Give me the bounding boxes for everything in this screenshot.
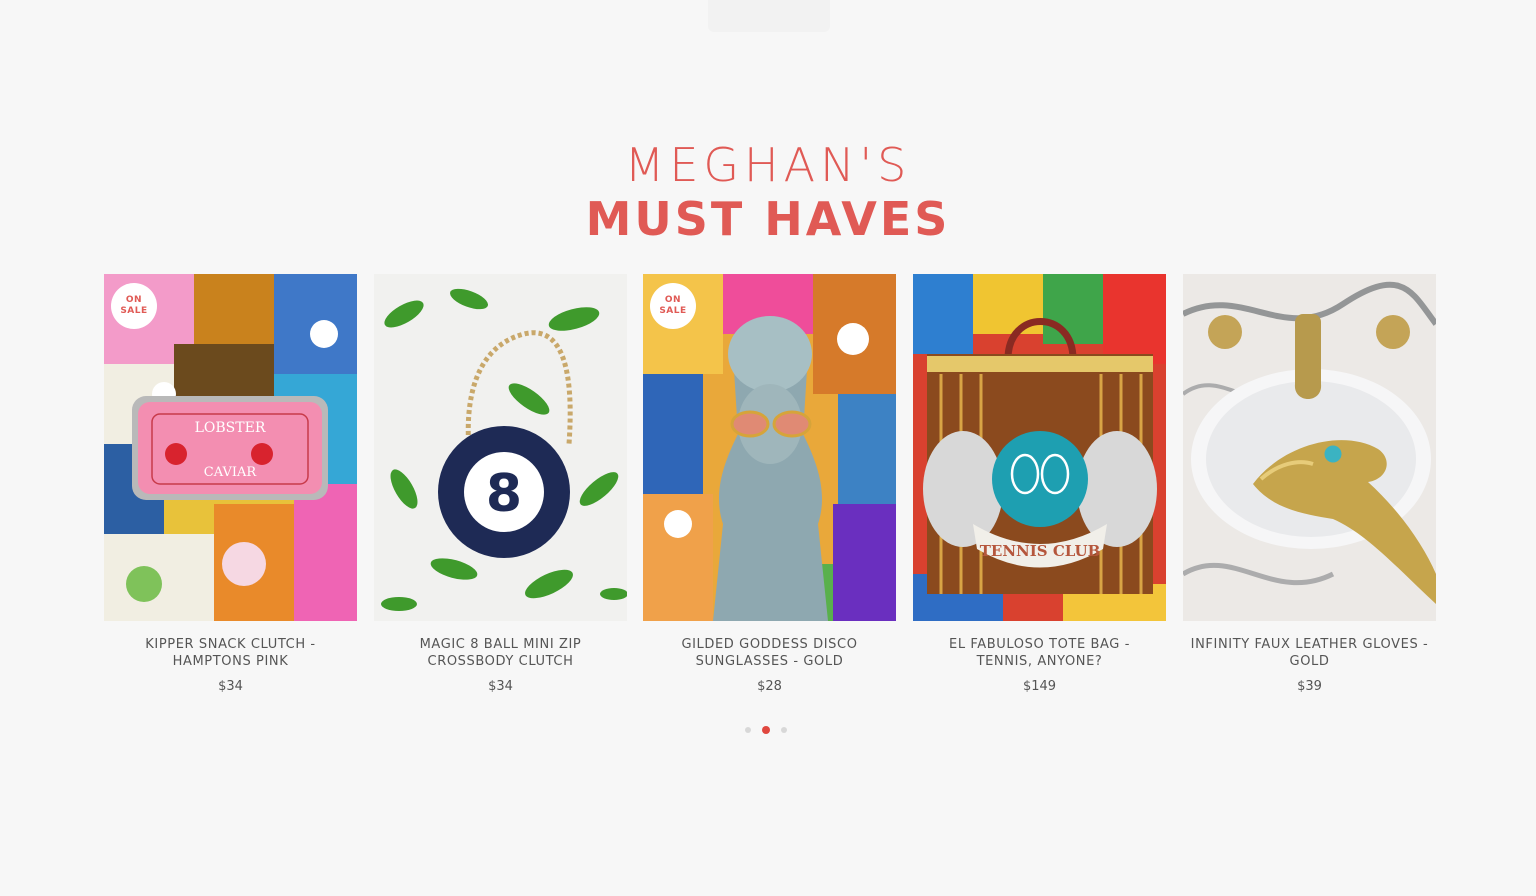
badge-line-2: SALE (120, 306, 148, 316)
product-image-el-fabuloso-tote[interactable]: TENNIS CLUB (913, 274, 1166, 621)
product-carousel: LOBSTER CAVIAR ON SALE KIPPER SNACK CLUT… (104, 274, 1437, 704)
heading-line-1: MEGHAN'S (624, 138, 912, 192)
tin-text-lobster: LOBSTER (195, 420, 266, 436)
product-title[interactable]: KIPPER SNACK CLUTCH - HAMPTONS PINK (104, 636, 357, 670)
product-price: $34 (488, 679, 513, 694)
infinity-gloves-picture (1183, 274, 1436, 621)
product-title[interactable]: MAGIC 8 BALL MINI ZIP CROSSBODY CLUTCH (374, 636, 627, 670)
product-price: $34 (218, 679, 243, 694)
badge-line-1: ON (664, 295, 682, 305)
pagination-dot-3[interactable] (781, 727, 787, 733)
magic-8-ball-picture: 8 (374, 274, 627, 621)
product-card-magic-8-ball[interactable]: 8 MAGIC 8 BALL MINI ZIP CROSSBODY CLUTCH… (374, 274, 627, 694)
ball-number: 8 (486, 464, 522, 524)
product-price: $28 (757, 679, 782, 694)
product-price: $149 (1022, 679, 1057, 694)
section-heading: MEGHAN'S MUST HAVES (0, 138, 1536, 246)
product-title[interactable]: GILDED GODDESS DISCO SUNGLASSES - GOLD (643, 636, 896, 670)
product-price: $39 (1297, 679, 1322, 694)
el-fabuloso-tote-picture: TENNIS CLUB (913, 274, 1166, 621)
badge-line-1: ON (125, 295, 143, 305)
product-title[interactable]: INFINITY FAUX LEATHER GLOVES - GOLD (1183, 636, 1436, 670)
carousel-pagination (745, 726, 787, 734)
heading-line-2: MUST HAVES (585, 192, 951, 246)
product-image-gilded-goddess[interactable]: ON SALE (643, 274, 896, 621)
product-card-kipper-snack-clutch[interactable]: LOBSTER CAVIAR ON SALE KIPPER SNACK CLUT… (104, 274, 357, 694)
top-tab (708, 0, 830, 32)
tote-patch-text: TENNIS CLUB (980, 542, 1101, 560)
on-sale-badge: ON SALE (111, 283, 157, 329)
tin-text-caviar: CAVIAR (204, 465, 258, 480)
product-card-gilded-goddess[interactable]: ON SALE GILDED GODDESS DISCO SUNGLASSES … (643, 274, 896, 694)
pagination-dot-1[interactable] (745, 727, 751, 733)
product-image-kipper-snack-clutch[interactable]: LOBSTER CAVIAR ON SALE (104, 274, 357, 621)
product-card-infinity-gloves[interactable]: INFINITY FAUX LEATHER GLOVES - GOLD $39 (1183, 274, 1436, 694)
on-sale-badge: ON SALE (650, 283, 696, 329)
product-title[interactable]: EL FABULOSO TOTE BAG - TENNIS, ANYONE? (913, 636, 1166, 670)
badge-line-2: SALE (659, 306, 687, 316)
product-card-el-fabuloso-tote[interactable]: TENNIS CLUB EL FABULOSO TOTE BAG - TENNI… (913, 274, 1166, 694)
product-image-infinity-gloves[interactable] (1183, 274, 1436, 621)
pagination-dot-2-active[interactable] (762, 726, 770, 734)
product-image-magic-8-ball[interactable]: 8 (374, 274, 627, 621)
